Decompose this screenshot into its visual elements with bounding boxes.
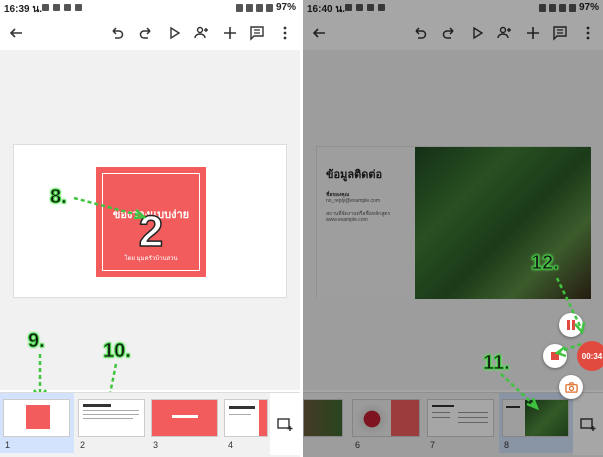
redo-icon [442,27,454,39]
add-slide-button[interactable] [270,393,300,455]
thumb-number-3: 3 [153,440,159,450]
comment-icon [250,26,264,41]
slide-thumb-4[interactable] [224,399,268,437]
back-button[interactable] [308,22,330,44]
more-vertical-icon [586,26,590,40]
redo-icon [139,27,151,39]
back-button[interactable] [5,22,27,44]
annotation-10: 10. [103,340,132,363]
camera-icon [564,381,578,393]
add-person-icon [497,26,511,39]
comment-button[interactable] [246,22,268,44]
system-icons: 97% [235,2,296,13]
slide-thumb-5[interactable] [303,399,343,437]
wifi-icon [558,3,566,12]
more-button[interactable] [274,22,296,44]
arrow-left-icon [312,28,325,38]
screenshot-button[interactable] [559,375,583,399]
cast-icon [538,3,546,12]
contact-panel: ข้อมูลติดต่อ ชื่อของคุณ no_reply@example… [317,147,415,299]
play-icon [170,26,181,40]
notification-icons [345,4,385,11]
status-bar: 16:39 น. 97% [0,0,300,16]
notification-icons [42,4,82,11]
contact-email: no_reply@example.com [326,198,380,204]
undo-icon [112,27,124,39]
signal-icon [265,3,273,12]
slide-canvas: ของว่างแบบง่าย 2 โดย มุมครัวบ้านสวน 8. 9… [0,50,300,390]
redo-button[interactable] [135,22,157,44]
undo-button[interactable] [106,22,128,44]
undo-button[interactable] [409,22,431,44]
wifi-icon [255,3,263,12]
bluetooth-icon [245,3,253,12]
right-screenshot: 16:40 น. 97% ข้อมูลติดต่อ ชื่อของคุณ no_… [303,0,603,457]
status-time: 16:39 น. [4,4,42,15]
insert-button[interactable] [219,22,241,44]
annotation-arrow-12 [554,277,586,358]
more-vertical-icon [283,26,287,40]
battery-level: 97% [578,2,599,13]
add-slide-icon [277,418,293,431]
annotation-8: 8. [50,186,68,209]
present-button[interactable] [163,22,185,44]
cast-icon [235,3,243,12]
comment-icon [553,26,567,41]
left-screenshot: 16:39 น. 97% ของว่างแบบง่าย 2 โดย มุมครั… [0,0,300,457]
slide-thumb-3[interactable] [151,399,218,437]
comment-button[interactable] [549,22,571,44]
share-button[interactable] [493,22,515,44]
current-slide[interactable]: ข้อมูลติดต่อ ชื่อของคุณ no_reply@example… [316,146,591,299]
slide-thumbnail-strip: 6 7 8 [303,392,603,457]
signal-icon [568,3,576,12]
slide-thumb-6[interactable] [352,399,420,437]
add-person-icon [194,26,208,39]
redo-button[interactable] [438,22,460,44]
thumb-number-8: 8 [504,440,510,450]
more-button[interactable] [577,22,599,44]
slide-thumb-7[interactable] [427,399,494,437]
thumb-number-2: 2 [80,440,86,450]
annotation-arrow-11 [500,373,540,411]
status-bar: 16:40 น. 97% [303,0,603,16]
annotation-arrow-8 [73,196,147,220]
status-time: 16:40 น. [307,4,345,15]
arrow-left-icon [9,28,22,38]
plus-icon [527,27,539,39]
slide-thumb-2[interactable] [78,399,145,437]
slide-thumbnail-strip: 1 2 3 4 [0,392,300,457]
annotation-12: 12. [531,252,560,275]
add-slide-icon [580,418,596,431]
share-button[interactable] [190,22,212,44]
add-slide-button[interactable] [573,393,603,455]
thumb-number-6: 6 [355,440,361,450]
contact-heading[interactable]: ข้อมูลติดต่อ [326,165,382,183]
insert-button[interactable] [522,22,544,44]
plus-icon [224,27,236,39]
thumb-number-1: 1 [5,440,11,450]
editor-toolbar [0,18,300,48]
thumb-number-4: 4 [228,440,234,450]
system-icons: 97% [538,2,599,13]
bluetooth-icon [548,3,556,12]
battery-level: 97% [275,2,296,13]
thumb-number-7: 7 [430,440,436,450]
present-button[interactable] [466,22,488,44]
editor-toolbar [303,18,603,48]
annotation-9: 9. [28,330,46,353]
play-icon [473,26,484,40]
undo-icon [415,27,427,39]
slide-thumb-1[interactable] [3,399,70,437]
slide-subtitle[interactable]: โดย มุมครัวบ้านสวน [96,253,206,263]
contact-line2: www.example.com [326,217,368,223]
